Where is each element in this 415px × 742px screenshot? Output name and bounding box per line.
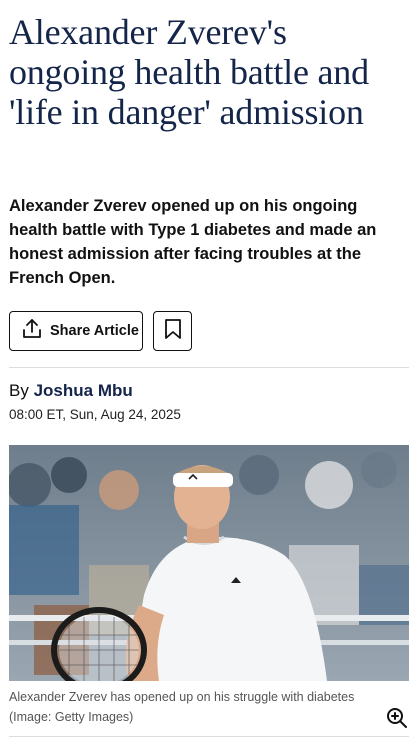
image-credit: (Image: Getty Images) xyxy=(9,710,134,724)
article-photo xyxy=(9,445,409,681)
bookmark-icon xyxy=(163,318,183,345)
publish-timestamp: 08:00 ET, Sun, Aug 24, 2025 xyxy=(9,407,181,422)
byline: By Joshua Mbu xyxy=(9,381,133,401)
bookmark-button[interactable] xyxy=(153,311,192,351)
share-article-label: Share Article xyxy=(50,323,139,339)
author-link[interactable]: Joshua Mbu xyxy=(34,381,133,400)
divider xyxy=(9,736,409,737)
share-icon xyxy=(20,317,44,346)
divider xyxy=(9,367,409,368)
photo-caption: Alexander Zverev has opened up on his st… xyxy=(9,687,379,727)
zoom-in-icon[interactable] xyxy=(385,706,409,730)
article-standfirst: Alexander Zverev opened up on his ongoin… xyxy=(9,197,377,287)
caption-text: Alexander Zverev has opened up on his st… xyxy=(9,690,355,704)
share-article-button[interactable]: Share Article xyxy=(9,311,143,351)
article-headline: Alexander Zverev's ongoing health battle… xyxy=(9,12,369,132)
byline-prefix: By xyxy=(9,381,29,400)
